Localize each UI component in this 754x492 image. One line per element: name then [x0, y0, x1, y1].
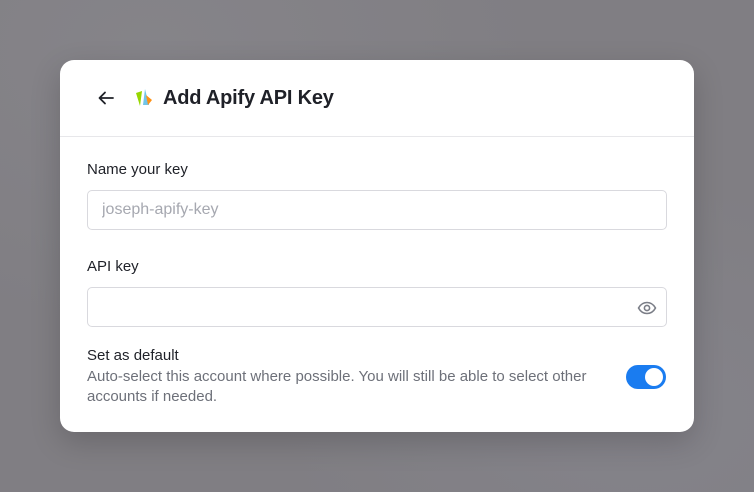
toggle-knob: [645, 368, 663, 386]
set-default-toggle[interactable]: [626, 365, 666, 389]
arrow-left-icon: [98, 91, 114, 105]
add-api-key-dialog: Add Apify API Key Name your key API key …: [60, 60, 694, 432]
dialog-header: Add Apify API Key: [60, 60, 694, 137]
name-field-container: [87, 190, 667, 230]
name-field-label: Name your key: [87, 161, 188, 178]
set-default-row: Set as default Auto-select this account …: [87, 347, 667, 407]
dialog-body: Name your key API key Set as default Aut…: [60, 137, 694, 407]
set-default-text: Set as default Auto-select this account …: [87, 347, 607, 407]
apify-logo-icon: [133, 87, 155, 109]
dialog-title: Add Apify API Key: [163, 86, 334, 109]
api-key-input[interactable]: [88, 288, 666, 326]
set-default-title: Set as default: [87, 347, 179, 364]
eye-icon: [637, 301, 657, 315]
show-key-button[interactable]: [636, 297, 658, 319]
api-key-field-container: [87, 287, 667, 327]
back-button[interactable]: [94, 86, 118, 110]
key-name-input[interactable]: [88, 191, 666, 229]
api-key-field-label: API key: [87, 258, 139, 275]
set-default-description: Auto-select this account where possible.…: [87, 368, 587, 405]
